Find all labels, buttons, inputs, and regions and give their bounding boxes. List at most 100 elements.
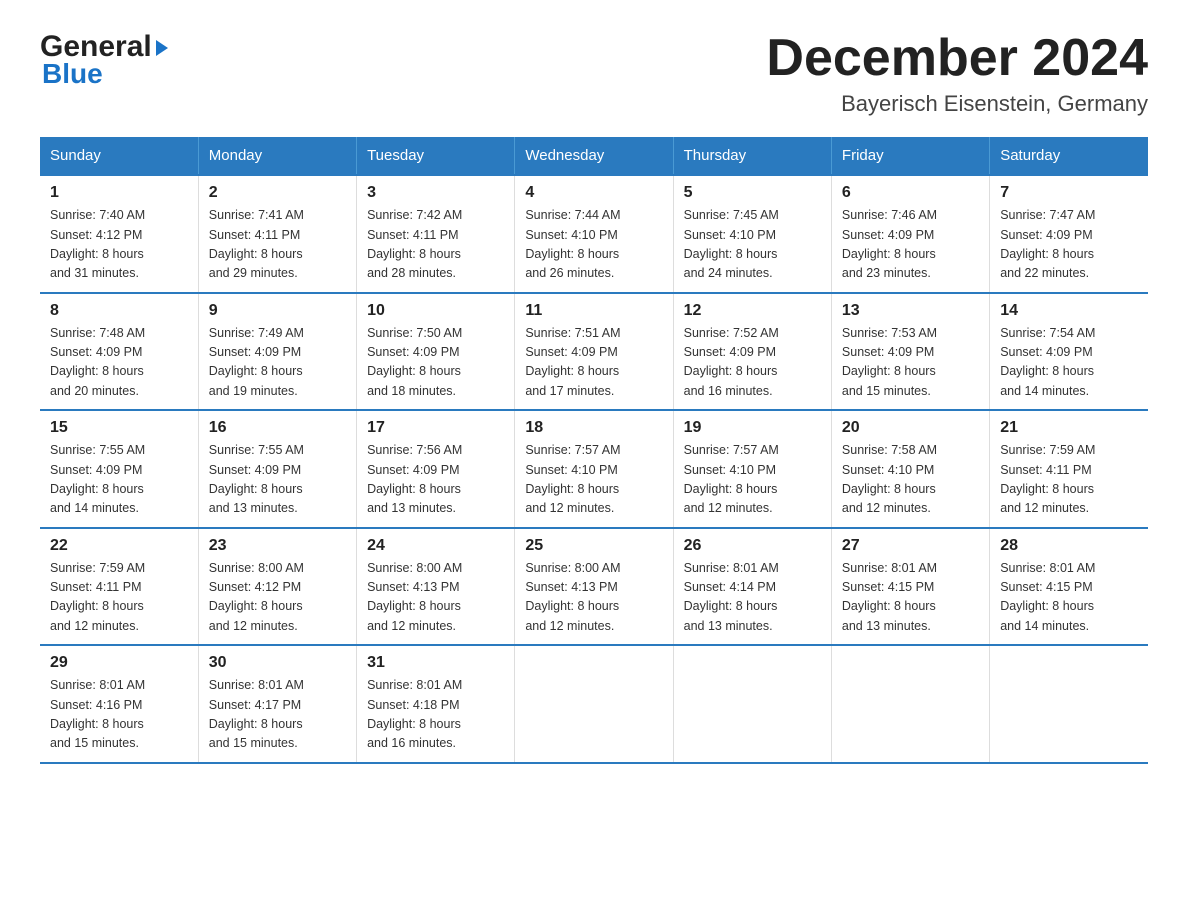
week-row-5: 29 Sunrise: 8:01 AMSunset: 4:16 PMDayligh… [40,645,1148,763]
day-number: 31 [367,654,504,672]
day-number: 24 [367,537,504,555]
day-info: Sunrise: 7:56 AMSunset: 4:09 PMDaylight:… [367,443,462,515]
day-cell: 20 Sunrise: 7:58 AMSunset: 4:10 PMDayligh… [831,410,989,528]
day-number: 22 [50,537,188,555]
day-cell: 4 Sunrise: 7:44 AMSunset: 4:10 PMDaylight… [515,175,673,293]
day-number: 13 [842,302,979,320]
day-info: Sunrise: 7:55 AMSunset: 4:09 PMDaylight:… [209,443,304,515]
day-cell: 19Sunrise: 7:57 AMSunset: 4:10 PMDayligh… [673,410,831,528]
title-area: December 2024 Bayerisch Eisenstein, Germ… [766,30,1148,117]
day-cell [673,645,831,763]
header-row: SundayMondayTuesdayWednesdayThursdayFrid… [40,137,1148,175]
month-title: December 2024 [766,30,1148,87]
day-number: 11 [525,302,662,320]
day-info: Sunrise: 7:53 AMSunset: 4:09 PMDaylight:… [842,326,937,398]
day-number: 3 [367,184,504,202]
day-info: Sunrise: 7:40 AMSunset: 4:12 PMDaylight:… [50,208,145,280]
day-cell: 7Sunrise: 7:47 AMSunset: 4:09 PMDaylight… [990,175,1148,293]
day-info: Sunrise: 8:01 AMSunset: 4:15 PMDaylight:… [842,561,937,633]
logo: General Blue [40,30,168,90]
day-info: Sunrise: 7:52 AMSunset: 4:09 PMDaylight:… [684,326,779,398]
day-number: 15 [50,419,188,437]
week-row-1: 1 Sunrise: 7:40 AMSunset: 4:12 PMDaylight… [40,175,1148,293]
header: General Blue December 2024 Bayerisch Eis… [40,30,1148,117]
day-number: 4 [525,184,662,202]
day-cell [990,645,1148,763]
day-cell: 23 Sunrise: 8:00 AMSunset: 4:12 PMDayligh… [198,528,356,646]
day-info: Sunrise: 7:54 AMSunset: 4:09 PMDaylight:… [1000,326,1095,398]
day-cell: 31 Sunrise: 8:01 AMSunset: 4:18 PMDayligh… [357,645,515,763]
day-number: 14 [1000,302,1138,320]
day-info: Sunrise: 7:41 AMSunset: 4:11 PMDaylight:… [209,208,304,280]
day-number: 7 [1000,184,1138,202]
day-cell: 1 Sunrise: 7:40 AMSunset: 4:12 PMDaylight… [40,175,198,293]
day-cell: 30Sunrise: 8:01 AMSunset: 4:17 PMDayligh… [198,645,356,763]
day-number: 5 [684,184,821,202]
day-number: 1 [50,184,188,202]
day-info: Sunrise: 8:01 AMSunset: 4:17 PMDaylight:… [209,678,304,750]
day-info: Sunrise: 8:01 AMSunset: 4:18 PMDaylight:… [367,678,462,750]
day-info: Sunrise: 8:01 AMSunset: 4:16 PMDaylight:… [50,678,145,750]
day-cell: 15 Sunrise: 7:55 AMSunset: 4:09 PMDayligh… [40,410,198,528]
day-cell: 28 Sunrise: 8:01 AMSunset: 4:15 PMDayligh… [990,528,1148,646]
day-number: 27 [842,537,979,555]
day-cell: 12 Sunrise: 7:52 AMSunset: 4:09 PMDayligh… [673,293,831,411]
day-cell: 14 Sunrise: 7:54 AMSunset: 4:09 PMDayligh… [990,293,1148,411]
day-cell: 18 Sunrise: 7:57 AMSunset: 4:10 PMDayligh… [515,410,673,528]
day-number: 20 [842,419,979,437]
day-number: 6 [842,184,979,202]
day-cell: 5Sunrise: 7:45 AMSunset: 4:10 PMDaylight… [673,175,831,293]
day-cell: 10 Sunrise: 7:50 AMSunset: 4:09 PMDayligh… [357,293,515,411]
day-cell: 11 Sunrise: 7:51 AMSunset: 4:09 PMDayligh… [515,293,673,411]
day-cell: 13 Sunrise: 7:53 AMSunset: 4:09 PMDayligh… [831,293,989,411]
day-number: 16 [209,419,346,437]
day-number: 10 [367,302,504,320]
day-info: Sunrise: 8:00 AMSunset: 4:12 PMDaylight:… [209,561,304,633]
day-info: Sunrise: 7:57 AMSunset: 4:10 PMDaylight:… [684,443,779,515]
day-cell: 2 Sunrise: 7:41 AMSunset: 4:11 PMDaylight… [198,175,356,293]
col-header-friday: Friday [831,137,989,175]
day-cell: 22Sunrise: 7:59 AMSunset: 4:11 PMDayligh… [40,528,198,646]
day-number: 12 [684,302,821,320]
logo-blue: Blue [42,58,168,90]
day-info: Sunrise: 7:51 AMSunset: 4:09 PMDaylight:… [525,326,620,398]
day-info: Sunrise: 8:00 AMSunset: 4:13 PMDaylight:… [367,561,462,633]
day-cell: 25Sunrise: 8:00 AMSunset: 4:13 PMDayligh… [515,528,673,646]
day-number: 18 [525,419,662,437]
day-cell [515,645,673,763]
day-cell: 8Sunrise: 7:48 AMSunset: 4:09 PMDaylight… [40,293,198,411]
week-row-2: 8Sunrise: 7:48 AMSunset: 4:09 PMDaylight… [40,293,1148,411]
day-info: Sunrise: 7:42 AMSunset: 4:11 PMDaylight:… [367,208,462,280]
week-row-3: 15 Sunrise: 7:55 AMSunset: 4:09 PMDayligh… [40,410,1148,528]
week-row-4: 22Sunrise: 7:59 AMSunset: 4:11 PMDayligh… [40,528,1148,646]
day-info: Sunrise: 7:48 AMSunset: 4:09 PMDaylight:… [50,326,145,398]
day-info: Sunrise: 7:58 AMSunset: 4:10 PMDaylight:… [842,443,937,515]
col-header-tuesday: Tuesday [357,137,515,175]
day-cell: 26Sunrise: 8:01 AMSunset: 4:14 PMDayligh… [673,528,831,646]
day-number: 23 [209,537,346,555]
day-number: 2 [209,184,346,202]
logo-triangle-icon [156,40,168,56]
day-info: Sunrise: 7:57 AMSunset: 4:10 PMDaylight:… [525,443,620,515]
day-info: Sunrise: 7:50 AMSunset: 4:09 PMDaylight:… [367,326,462,398]
col-header-wednesday: Wednesday [515,137,673,175]
day-cell: 27 Sunrise: 8:01 AMSunset: 4:15 PMDayligh… [831,528,989,646]
day-number: 17 [367,419,504,437]
day-info: Sunrise: 7:44 AMSunset: 4:10 PMDaylight:… [525,208,620,280]
calendar-body: 1 Sunrise: 7:40 AMSunset: 4:12 PMDaylight… [40,175,1148,763]
day-info: Sunrise: 8:00 AMSunset: 4:13 PMDaylight:… [525,561,620,633]
location-subtitle: Bayerisch Eisenstein, Germany [766,91,1148,117]
day-info: Sunrise: 7:46 AMSunset: 4:09 PMDaylight:… [842,208,937,280]
day-cell: 17 Sunrise: 7:56 AMSunset: 4:09 PMDayligh… [357,410,515,528]
day-info: Sunrise: 7:55 AMSunset: 4:09 PMDaylight:… [50,443,145,515]
day-cell: 6 Sunrise: 7:46 AMSunset: 4:09 PMDaylight… [831,175,989,293]
day-info: Sunrise: 7:59 AMSunset: 4:11 PMDaylight:… [1000,443,1095,515]
day-number: 28 [1000,537,1138,555]
day-number: 29 [50,654,188,672]
day-cell: 21Sunrise: 7:59 AMSunset: 4:11 PMDayligh… [990,410,1148,528]
day-cell: 9Sunrise: 7:49 AMSunset: 4:09 PMDaylight… [198,293,356,411]
col-header-saturday: Saturday [990,137,1148,175]
col-header-thursday: Thursday [673,137,831,175]
day-cell [831,645,989,763]
day-info: Sunrise: 8:01 AMSunset: 4:15 PMDaylight:… [1000,561,1095,633]
